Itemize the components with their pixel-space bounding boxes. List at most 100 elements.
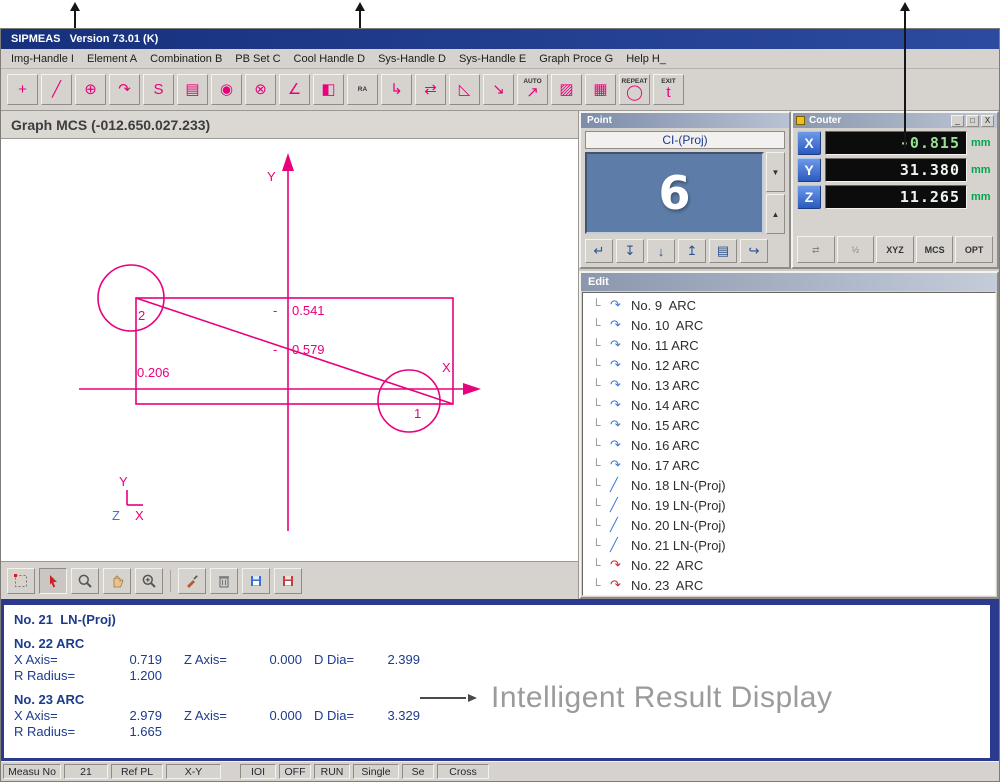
element-list-item[interactable]: └ ↷ No. 16 ARC — [592, 435, 995, 455]
auto-move-tool[interactable]: AUTO ↗ — [517, 74, 548, 105]
probe-tool[interactable]: ⊗ — [245, 74, 276, 105]
status-cell[interactable]: Se — [402, 764, 434, 779]
cursor-icon — [45, 573, 61, 589]
element-list-tool[interactable]: ▤ — [177, 74, 208, 105]
menu-item[interactable]: Img-Handle I — [5, 51, 80, 67]
menu-item[interactable]: Graph Proce G — [533, 51, 619, 67]
status-cell[interactable]: Measu No — [3, 764, 61, 779]
status-cell[interactable]: IOI — [240, 764, 276, 779]
restore-button[interactable]: □ — [966, 115, 979, 127]
element-list-item[interactable]: └ ↷ No. 10 ARC — [592, 315, 995, 335]
zoom-in-tool[interactable] — [71, 568, 99, 594]
opt-button[interactable]: OPT — [955, 236, 993, 263]
menu-item[interactable]: Sys-Handle D — [372, 51, 452, 67]
menu-item[interactable]: Combination B — [144, 51, 228, 67]
status-cell[interactable]: OFF — [279, 764, 311, 779]
point-button-icon: ↓ — [658, 244, 665, 259]
element-list-item[interactable]: └ ↷ No. 14 ARC — [592, 395, 995, 415]
half-button[interactable]: ½ — [837, 236, 875, 263]
graph-drawing: Y X 2 1 - 0.541 - 0.579 0.206 Y X Z — [1, 139, 578, 561]
element-list-item[interactable]: └ ↷ No. 9 ARC — [592, 295, 995, 315]
element-color-tool[interactable]: ◧ — [313, 74, 344, 105]
apply-button[interactable]: ↪ — [740, 239, 768, 263]
status-cell[interactable]: Single — [353, 764, 399, 779]
slope-tool[interactable]: ◺ — [449, 74, 480, 105]
element-list-item[interactable]: └ ╱ No. 21 LN-(Proj) — [592, 535, 995, 555]
sphere-tool[interactable]: ◉ — [211, 74, 242, 105]
graph-title: Graph MCS (-012.650.027.233) — [11, 117, 210, 133]
element-list-item[interactable]: └ ╱ No. 18 LN-(Proj) — [592, 475, 995, 495]
palette-tool[interactable]: ▨ — [551, 74, 582, 105]
tree-branch-icon: └ — [592, 478, 605, 492]
angle-tool[interactable]: ∠ — [279, 74, 310, 105]
curve-tool[interactable]: S — [143, 74, 174, 105]
element-list-item[interactable]: └ ╱ No. 19 LN-(Proj) — [592, 495, 995, 515]
minimize-button[interactable]: _ — [951, 115, 964, 127]
store-down-button[interactable]: ↧ — [616, 239, 644, 263]
close-button[interactable]: X — [981, 115, 994, 127]
x-axis-value: 2.979 — [114, 708, 162, 723]
distance-tool[interactable]: ↘ — [483, 74, 514, 105]
units-button[interactable]: ⇄ — [797, 236, 835, 263]
spin-up-button[interactable]: ▲ — [766, 194, 785, 234]
menu-item[interactable]: Help H_ — [620, 51, 672, 67]
tool-icon: ↗ — [526, 85, 539, 101]
menu-item[interactable]: Sys-Handle E — [453, 51, 532, 67]
ra-tool[interactable]: RA — [347, 74, 378, 105]
element-list-item[interactable]: └ ↷ No. 17 ARC — [592, 455, 995, 475]
element-list-item[interactable]: └ ↷ No. 15 ARC — [592, 415, 995, 435]
grid-tool[interactable]: ▦ — [585, 74, 616, 105]
menu-item[interactable]: Cool Handle D — [288, 51, 372, 67]
status-cell[interactable]: Ref PL — [111, 764, 163, 779]
repeat-tool[interactable]: REPEAT ◯ — [619, 74, 650, 105]
x-axis-value: 0.719 — [114, 652, 162, 667]
down-button[interactable]: ↓ — [647, 239, 675, 263]
brush-tool[interactable] — [178, 568, 206, 594]
cursor-tool[interactable] — [39, 568, 67, 594]
result-block: No. 22 ARC X Axis= 0.719 Z Axis= 0.000 D… — [14, 636, 980, 683]
axis-select-button[interactable]: Y — [797, 158, 821, 182]
spin-down-button[interactable]: ▼ — [766, 152, 785, 192]
arrow-line — [904, 11, 906, 148]
store-up-button[interactable]: ↥ — [678, 239, 706, 263]
transform-tool[interactable]: ⇄ — [415, 74, 446, 105]
save-view-tool[interactable] — [242, 568, 270, 594]
element-list-item[interactable]: └ ↷ No. 12 ARC — [592, 355, 995, 375]
menu-item[interactable]: Element A — [81, 51, 143, 67]
mcs-button[interactable]: MCS — [916, 236, 954, 263]
measure-mode-display[interactable]: CI-(Proj) — [585, 131, 785, 149]
enter-button[interactable]: ↵ — [585, 239, 613, 263]
element-list-item[interactable]: └ ↷ No. 11 ARC — [592, 335, 995, 355]
status-cell[interactable]: X-Y — [166, 764, 221, 779]
xyz-button[interactable]: XYZ — [876, 236, 914, 263]
axis-select-button[interactable]: Z — [797, 185, 821, 209]
export-view-tool[interactable] — [274, 568, 302, 594]
status-cell[interactable]: Cross — [437, 764, 489, 779]
element-list-item[interactable]: └ ↷ No. 23 ARC — [592, 575, 995, 595]
select-region-tool[interactable] — [7, 568, 35, 594]
element-list-item[interactable]: └ ↷ No. 13 ARC — [592, 375, 995, 395]
menu-item[interactable]: PB Set C — [229, 51, 286, 67]
diameter-label: D Dia= — [314, 708, 372, 723]
element-list-item[interactable]: └ ╱ No. 20 LN-(Proj) — [592, 515, 995, 535]
grid-button[interactable]: ▤ — [709, 239, 737, 263]
zoom-fit-tool[interactable] — [135, 568, 163, 594]
element-list-item[interactable]: └ ↷ No. 22 ARC — [592, 555, 995, 575]
status-cell[interactable]: RUN — [314, 764, 350, 779]
annotation-arrow-head-icon — [468, 694, 477, 702]
exit-tool[interactable]: EXIT t — [653, 74, 684, 105]
delete-tool[interactable] — [210, 568, 238, 594]
axis-select-button[interactable]: X — [797, 131, 821, 155]
hand-icon — [109, 573, 125, 589]
coordinate-tool[interactable]: ↳ — [381, 74, 412, 105]
arc-tool[interactable]: ↷ — [109, 74, 140, 105]
circle-tool[interactable]: ⊕ — [75, 74, 106, 105]
graph-panel: Graph MCS (-012.650.027.233) — [1, 111, 579, 599]
diameter-label: D Dia= — [314, 652, 372, 667]
status-cell[interactable]: 21 — [64, 764, 108, 779]
line-tool[interactable]: ╱ — [41, 74, 72, 105]
graph-canvas[interactable]: Y X 2 1 - 0.541 - 0.579 0.206 Y X Z — [1, 139, 578, 561]
pan-tool[interactable] — [103, 568, 131, 594]
point-tool[interactable]: + — [7, 74, 38, 105]
element-list[interactable]: └ ↷ No. 9 ARC └ ↷ No. 10 ARC └ ↷ No. 11 … — [582, 292, 996, 596]
